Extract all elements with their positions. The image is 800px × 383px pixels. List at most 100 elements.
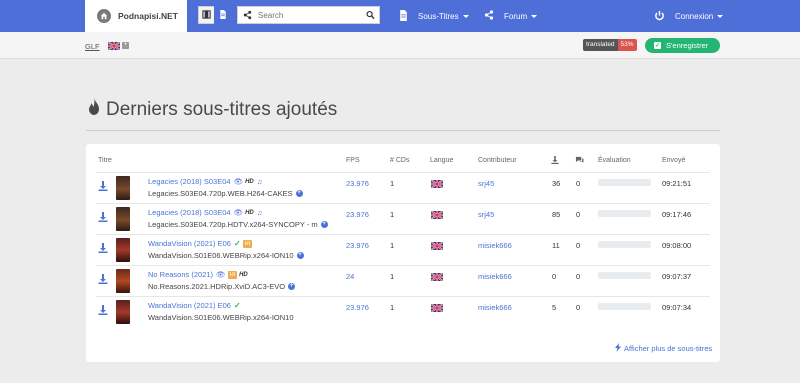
table-row[interactable]: Legacies (2018) S03E04 👁 HD ♫ Legacies.S03E… xyxy=(96,203,710,234)
subtitle-title: No Reasons (2021) xyxy=(148,270,214,279)
document-icon xyxy=(219,9,227,21)
comments-count: 0 xyxy=(576,179,581,188)
fps-value[interactable]: 23.976 xyxy=(346,303,369,312)
subtitle-title-link[interactable]: Legacies (2018) S03E04 👁 HD ♫ xyxy=(148,208,262,217)
downloads-count: 5 xyxy=(552,303,557,312)
downloads-count: 0 xyxy=(552,272,557,281)
contributor-link[interactable]: srj45 xyxy=(478,210,494,219)
poster-thumbnail[interactable] xyxy=(116,238,130,262)
cds-value: 1 xyxy=(390,241,395,250)
power-icon xyxy=(654,10,665,23)
show-more-label: Afficher plus de sous-titres xyxy=(624,344,713,353)
release-text: WandaVision.S01E06.WEBRip.x264-ION10 xyxy=(148,313,294,322)
brand-name: Podnapisi.NET xyxy=(118,11,178,21)
table-row[interactable]: WandaVision (2021) E06 ✓ WandaVision.S01E… xyxy=(96,296,710,327)
poster-thumbnail[interactable] xyxy=(116,300,130,324)
poster-thumbnail[interactable] xyxy=(116,269,130,293)
download-icon[interactable] xyxy=(98,243,108,255)
uk-flag-icon[interactable] xyxy=(107,41,121,51)
show-more-link[interactable]: Afficher plus de sous-titres xyxy=(615,343,712,354)
hd-icon: HD xyxy=(239,271,248,278)
fps-value[interactable]: 24 xyxy=(346,272,354,281)
hearing-impaired-icon: HI xyxy=(242,239,253,248)
nav-subtitles-label: Sous-Titres xyxy=(418,11,459,21)
search-input[interactable] xyxy=(238,7,358,23)
login-dropdown[interactable]: Connexion xyxy=(654,0,724,32)
fps-value[interactable]: 23.976 xyxy=(346,179,369,188)
download-icon[interactable] xyxy=(98,212,108,224)
rating-bar xyxy=(598,210,651,217)
table-row[interactable]: WandaVision (2021) E06 ✓ HI WandaVision.S0… xyxy=(96,234,710,265)
release-name: WandaVision.S01E06.WEBRip.x264-ION10 + xyxy=(148,251,304,260)
plus-icon[interactable]: + xyxy=(296,252,304,259)
fps-value[interactable]: 23.976 xyxy=(346,241,369,250)
subtitle-title: Legacies (2018) S03E04 xyxy=(148,208,231,217)
poster-thumbnail[interactable] xyxy=(116,207,130,231)
subtitle-title-link[interactable]: WandaVision (2021) E06 ✓ xyxy=(148,301,241,310)
eye-icon: 👁 xyxy=(233,177,244,186)
hd-icon: HD xyxy=(245,209,254,216)
release-text: Legacies.S03E04.720p.WEB.H264-CAKES xyxy=(148,189,293,198)
release-name: No.Reasons.2021.HDRip.XviD.AC3-EVO + xyxy=(148,282,296,291)
uk-flag-icon xyxy=(430,303,444,313)
page-title-text: Derniers sous-titres ajoutés xyxy=(106,98,338,120)
search-icon[interactable] xyxy=(366,10,375,22)
sent-time: 09:21:51 xyxy=(662,179,692,188)
movie-search-button[interactable] xyxy=(198,6,215,24)
contributor-link[interactable]: misiek666 xyxy=(478,272,512,281)
subtitle-title: Legacies (2018) S03E04 xyxy=(148,177,231,186)
release-text: Legacies.S03E04.720p.HDTV.x264-SYNCOPY -… xyxy=(148,220,318,229)
breadcrumb-glf[interactable]: GLF xyxy=(85,42,100,51)
nav-subtitles-dropdown[interactable]: Sous-Titres xyxy=(399,0,469,32)
sent-time: 09:08:00 xyxy=(662,241,692,250)
release-name: Legacies.S03E04.720p.WEB.H264-CAKES + xyxy=(148,189,303,198)
nav-forum-dropdown[interactable]: Forum xyxy=(484,0,538,32)
comments-count: 0 xyxy=(576,272,581,281)
subtitle-title-link[interactable]: Legacies (2018) S03E04 👁 HD ♫ xyxy=(148,177,262,186)
brand-logo-link[interactable]: Podnapisi.NET xyxy=(85,0,187,32)
translated-badge: translated 53% xyxy=(583,39,637,51)
plus-icon[interactable]: + xyxy=(295,190,303,197)
header-title: Titre xyxy=(98,157,112,164)
downloads-count: 85 xyxy=(552,210,561,219)
translated-badge-label: translated xyxy=(583,39,618,51)
poster-thumbnail[interactable] xyxy=(116,176,130,200)
download-icon xyxy=(551,156,559,166)
subtitle-search-button[interactable] xyxy=(214,6,231,24)
header-cds: # CDs xyxy=(390,157,410,164)
plus-icon[interactable]: + xyxy=(288,283,296,290)
cds-value: 1 xyxy=(390,303,395,312)
release-text: No.Reasons.2021.HDRip.XviD.AC3-EVO xyxy=(148,282,286,291)
subtitle-title-link[interactable]: WandaVision (2021) E06 ✓ HI xyxy=(148,239,253,248)
comments-icon xyxy=(575,156,584,166)
subtitle-title: WandaVision (2021) E06 xyxy=(148,239,231,248)
table-row[interactable]: Legacies (2018) S03E04 👁 HD ♫ Legacies.S03E… xyxy=(96,172,710,203)
sent-time: 09:07:34 xyxy=(662,303,692,312)
music-icon: ♫ xyxy=(256,208,263,217)
fps-value[interactable]: 23.976 xyxy=(346,210,369,219)
contributor-link[interactable]: srj45 xyxy=(478,179,494,188)
subtitle-title-link[interactable]: No Reasons (2021) 👁 HI HD xyxy=(148,270,248,279)
downloads-count: 11 xyxy=(552,241,560,250)
chevron-down-icon xyxy=(462,14,469,18)
subtitles-table: Titre FPS # CDs Langue Contributeur Éval… xyxy=(86,144,720,362)
register-label: S'enregistrer xyxy=(666,41,709,50)
plus-icon[interactable]: + xyxy=(320,221,328,228)
nav-forum-label: Forum xyxy=(504,11,528,21)
hearing-impaired-icon: HI xyxy=(227,270,238,279)
add-language-icon[interactable]: + xyxy=(122,42,129,49)
table-row[interactable]: No Reasons (2021) 👁 HI HD No.Reasons.2021.H… xyxy=(96,265,710,296)
translated-badge-percent: 53% xyxy=(617,39,637,51)
top-navbar: Podnapisi.NET Sous-Titres Forum xyxy=(0,0,800,32)
contributor-link[interactable]: misiek666 xyxy=(478,241,512,250)
register-button[interactable]: ✓ S'enregistrer xyxy=(645,38,720,53)
download-icon[interactable] xyxy=(98,181,108,193)
download-icon[interactable] xyxy=(98,305,108,317)
eye-icon: 👁 xyxy=(216,270,226,279)
contributor-link[interactable]: misiek666 xyxy=(478,303,512,312)
header-rating: Évaluation xyxy=(598,157,631,164)
comments-count: 0 xyxy=(576,303,581,312)
download-icon[interactable] xyxy=(98,274,108,286)
downloads-count: 36 xyxy=(552,179,561,188)
title-divider xyxy=(86,130,720,131)
